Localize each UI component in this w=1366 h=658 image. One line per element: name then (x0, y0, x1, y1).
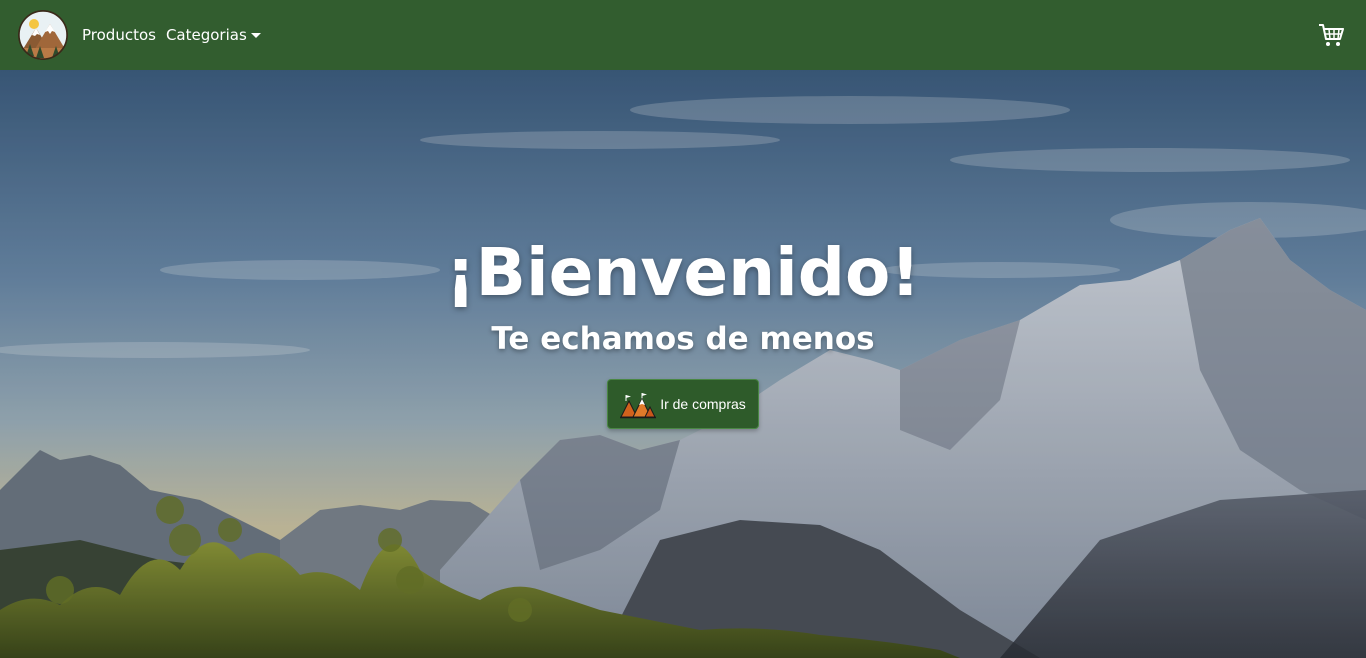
hero-subtitle: Te echamos de menos (491, 321, 875, 357)
shop-button-label: Ir de compras (660, 396, 746, 412)
navbar: Productos Categorias (0, 0, 1366, 70)
shop-button[interactable]: Ir de compras (607, 379, 759, 429)
mountain-camp-icon (620, 393, 657, 419)
caret-down-icon (250, 33, 261, 38)
hero-content: ¡Bienvenido! Te echamos de menos Ir de c… (0, 70, 1366, 658)
hero-section: ¡Bienvenido! Te echamos de menos Ir de c… (0, 70, 1366, 658)
shopping-cart-icon[interactable] (1318, 22, 1344, 48)
nav-dropdown-categorias[interactable]: Categorias (166, 26, 261, 44)
hero-title: ¡Bienvenido! (445, 234, 921, 311)
mountain-logo-icon[interactable] (18, 10, 68, 60)
nav-dropdown-label: Categorias (165, 26, 247, 44)
nav-link-productos[interactable]: Productos (82, 26, 156, 44)
